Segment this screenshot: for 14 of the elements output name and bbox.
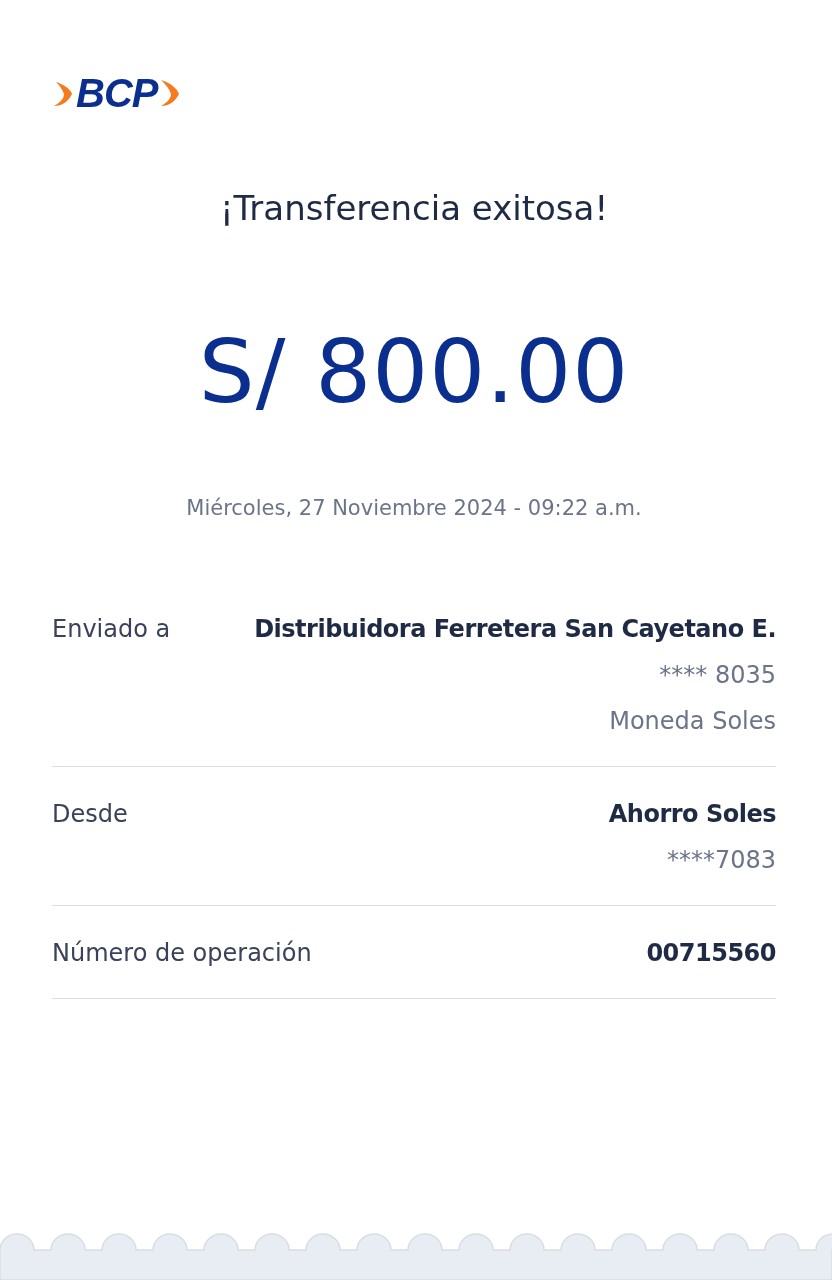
detail-label: Enviado a [52, 614, 171, 645]
page-title: ¡Transferencia exitosa! [218, 188, 609, 228]
detail-value: **** 8035 [659, 660, 776, 691]
detail-value: Distribuidora Ferretera San Cayetano E. [254, 614, 776, 645]
detail-value: Ahorro Soles [608, 799, 776, 830]
detail-value: Moneda Soles [609, 706, 776, 737]
detail-value: ****7083 [666, 845, 776, 876]
amount: S/ 800.00 [197, 328, 631, 416]
chevron-icon [159, 78, 182, 108]
date-time: Miércoles, 27 Noviembre 2024 - 09:22 a.m. [185, 496, 643, 520]
detail-label: Número de operación [52, 938, 312, 969]
bank-logo: BCP [76, 72, 158, 114]
detail-label: Desde [52, 799, 128, 830]
detail-value: 00715560 [646, 938, 776, 969]
